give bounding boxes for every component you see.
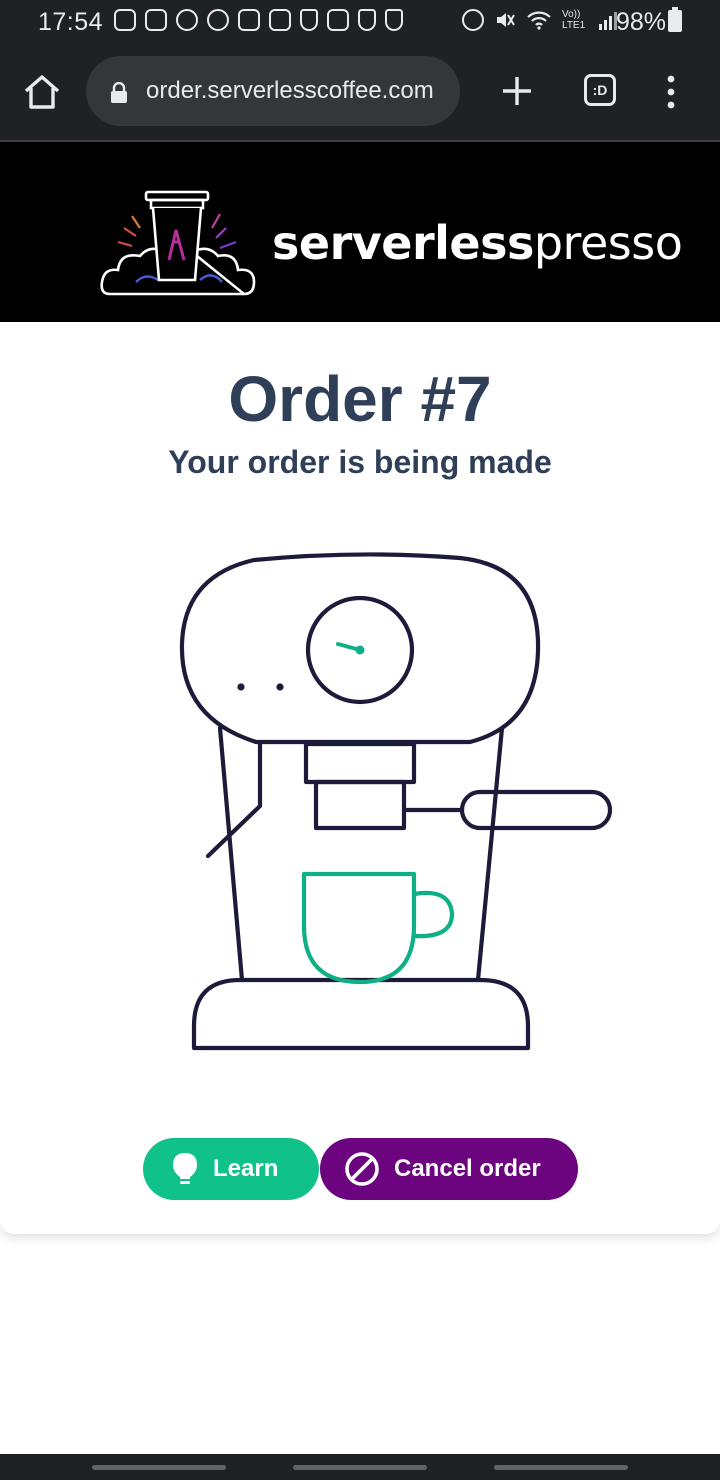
more-menu-icon[interactable] bbox=[660, 74, 682, 110]
address-bar[interactable]: order.serverlesscoffee.com bbox=[86, 56, 460, 126]
brand-wordmark: serverlesspresso bbox=[272, 216, 683, 270]
order-title: Order #7 bbox=[228, 363, 492, 435]
nav-recents-indicator[interactable] bbox=[494, 1465, 628, 1470]
brand-wordmark-bold: serverless bbox=[272, 216, 534, 270]
cancel-order-button-label: Cancel order bbox=[394, 1155, 541, 1182]
espresso-machine-illustration bbox=[179, 552, 613, 1051]
signal-icon bbox=[599, 12, 617, 30]
nav-back-indicator[interactable] bbox=[92, 1465, 226, 1470]
linkedin-icon bbox=[269, 9, 291, 31]
battery-icon bbox=[668, 7, 682, 32]
mute-icon bbox=[497, 13, 515, 27]
whatsapp-icon bbox=[207, 9, 229, 31]
gallery-icon bbox=[238, 9, 260, 31]
lightbulb-icon bbox=[173, 1153, 197, 1184]
linkedin-icon bbox=[327, 9, 349, 31]
volte-icon: Vo)) LTE1 bbox=[562, 9, 586, 31]
learn-button[interactable]: Learn bbox=[143, 1138, 319, 1200]
lock-icon bbox=[111, 82, 127, 103]
notification-icons bbox=[114, 9, 403, 31]
browser-toolbar: order.serverlesscoffee.com :D bbox=[0, 44, 720, 142]
brand-wordmark-light: presso bbox=[533, 216, 683, 270]
cancel-order-button[interactable]: Cancel order bbox=[320, 1138, 578, 1200]
hand-icon bbox=[300, 9, 318, 31]
nav-home-indicator[interactable] bbox=[293, 1465, 427, 1470]
hand-icon bbox=[358, 9, 376, 31]
status-bar: 17:54 Vo)) LTE1 98% bbox=[0, 0, 720, 44]
tab-switcher-button[interactable]: :D bbox=[584, 74, 616, 106]
battery-percent: 98% bbox=[616, 8, 667, 36]
url-text: order.serverlesscoffee.com bbox=[146, 77, 434, 104]
serverlesspresso-logo-icon bbox=[100, 190, 256, 296]
order-status: Your order is being made bbox=[168, 444, 552, 480]
order-card: Order #7 Your order is being made Learn … bbox=[0, 322, 720, 1234]
system-navigation-bar bbox=[0, 1454, 720, 1480]
system-icons: Vo)) LTE1 bbox=[462, 9, 618, 31]
alarm-icon bbox=[462, 9, 484, 31]
hand-icon bbox=[385, 9, 403, 31]
status-time: 17:54 bbox=[38, 8, 104, 36]
voicemail-icon bbox=[145, 9, 167, 31]
instagram-icon bbox=[114, 9, 136, 31]
new-tab-icon[interactable] bbox=[500, 74, 534, 108]
wifi-icon bbox=[527, 11, 551, 30]
site-header: serverlesspresso bbox=[0, 142, 720, 322]
cancel-icon bbox=[345, 1152, 379, 1186]
learn-button-label: Learn bbox=[213, 1155, 279, 1182]
home-icon[interactable] bbox=[22, 74, 62, 110]
alarm-icon bbox=[176, 9, 198, 31]
